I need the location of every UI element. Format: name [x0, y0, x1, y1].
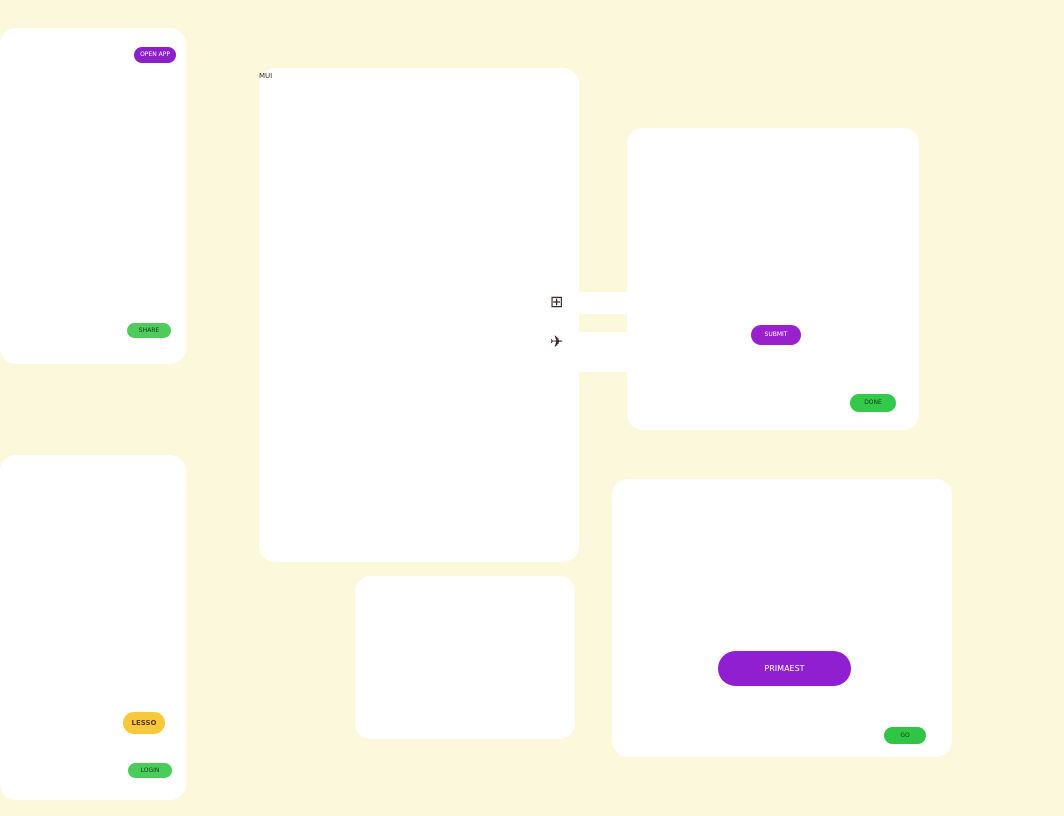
- panel-bottom-right: [612, 479, 952, 757]
- login-button[interactable]: LOGIN: [128, 763, 172, 778]
- lesso-button[interactable]: LESSO: [123, 712, 165, 734]
- panel-top-left: [0, 28, 186, 364]
- share-button[interactable]: SHARE: [127, 323, 171, 338]
- panel-bottom-left: [0, 455, 186, 800]
- cta-button[interactable]: PRIMAEST: [718, 651, 851, 686]
- submit-button[interactable]: SUBMIT: [751, 325, 801, 345]
- radio-icon: ⊞: [550, 292, 564, 311]
- toggle-3-knob[interactable]: [259, 68, 281, 90]
- panel-right-top: [627, 128, 919, 430]
- plane-icon: ✈: [550, 332, 564, 351]
- panel-mid: ⊞ ✈ MUI: [259, 68, 808, 562]
- panel-bottom-center: [355, 576, 575, 739]
- done-button[interactable]: DONE: [850, 394, 896, 412]
- go-button[interactable]: GO: [884, 727, 926, 744]
- open-app-button[interactable]: OPEN APP: [134, 47, 176, 63]
